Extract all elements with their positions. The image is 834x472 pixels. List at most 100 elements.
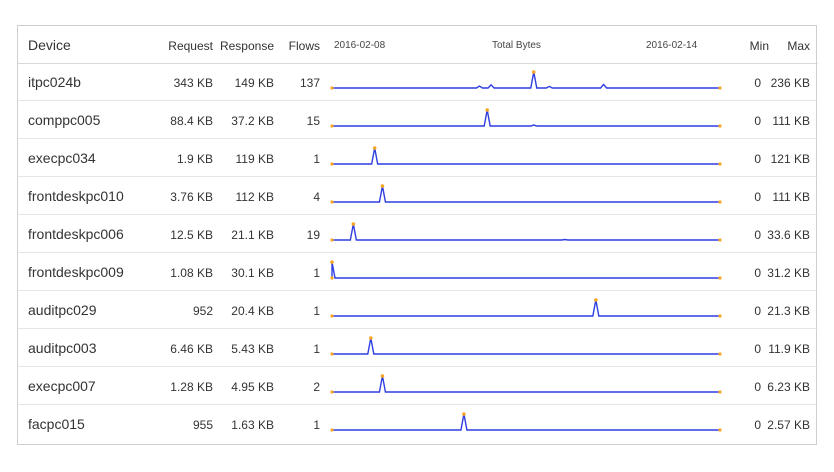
total-bytes-sparkline[interactable] xyxy=(326,178,726,215)
table-row[interactable]: comppc005 88.4 KB 37.2 KB 15 0 111 KB xyxy=(18,102,818,139)
sparkline-end-marker xyxy=(718,238,722,242)
table-row[interactable]: auditpc003 6.46 KB 5.43 KB 1 0 11.9 KB xyxy=(18,330,818,367)
device-name: auditpc029 xyxy=(28,302,97,318)
total-bytes-sparkline[interactable] xyxy=(326,406,726,443)
sparkline-series xyxy=(332,109,720,127)
total-bytes-sparkline[interactable] xyxy=(326,64,726,101)
table-row[interactable]: frontdeskpc009 1.08 KB 30.1 KB 1 0 31.2 KB xyxy=(18,254,818,291)
response-bytes: 149 KB xyxy=(234,76,274,90)
sparkline-peak-marker xyxy=(372,146,377,150)
table-row[interactable]: frontdeskpc010 3.76 KB 112 KB 4 0 111 KB xyxy=(18,178,818,215)
min-bytes: 0 xyxy=(754,380,761,394)
flow-count: 1 xyxy=(313,304,320,318)
sparkline-series xyxy=(332,413,720,431)
total-bytes-sparkline[interactable] xyxy=(326,368,726,405)
total-bytes-sparkline[interactable] xyxy=(326,140,726,177)
table-row[interactable]: execpc007 1.28 KB 4.95 KB 2 0 6.23 KB xyxy=(18,368,818,405)
response-bytes: 30.1 KB xyxy=(231,266,274,280)
response-bytes: 20.4 KB xyxy=(231,304,274,318)
max-bytes: 2.57 KB xyxy=(767,418,810,432)
flow-count: 1 xyxy=(313,418,320,432)
max-bytes: 111 KB xyxy=(772,190,810,204)
min-bytes: 0 xyxy=(754,152,761,166)
flow-count: 4 xyxy=(313,190,320,204)
sparkline-series xyxy=(331,261,720,279)
header-response[interactable]: Response xyxy=(220,39,274,53)
flow-count: 1 xyxy=(313,266,320,280)
table-row[interactable]: frontdeskpc006 12.5 KB 21.1 KB 19 0 33.6 KB xyxy=(18,216,818,253)
min-bytes: 0 xyxy=(754,266,761,280)
sparkline-end-marker xyxy=(718,86,722,90)
response-bytes: 112 KB xyxy=(235,190,274,204)
sparkline-peak-marker xyxy=(351,222,356,226)
response-bytes: 119 KB xyxy=(235,152,274,166)
device-name: frontdeskpc006 xyxy=(28,226,124,242)
device-name: frontdeskpc010 xyxy=(28,188,124,204)
device-name: execpc034 xyxy=(28,150,96,166)
table-row[interactable]: auditpc029 952 20.4 KB 1 0 21.3 KB xyxy=(18,292,818,329)
request-bytes: 1.08 KB xyxy=(170,266,213,280)
sparkline-start-marker xyxy=(330,200,334,204)
max-bytes: 21.3 KB xyxy=(767,304,810,318)
table-header: Device Request Response Flows 2016-02-08… xyxy=(18,26,818,64)
sparkline-start-marker xyxy=(330,390,334,394)
request-bytes: 343 KB xyxy=(173,76,213,90)
total-bytes-sparkline[interactable] xyxy=(326,102,726,139)
sparkline-end-marker xyxy=(718,162,722,166)
device-name: comppc005 xyxy=(28,112,101,128)
sparkline-peak-marker xyxy=(485,108,489,112)
sparkline-start-marker xyxy=(330,124,334,128)
total-bytes-sparkline[interactable] xyxy=(326,216,726,253)
min-bytes: 0 xyxy=(754,190,761,204)
response-bytes: 5.43 KB xyxy=(231,342,274,356)
response-bytes: 21.1 KB xyxy=(231,228,274,242)
flow-count: 137 xyxy=(299,76,320,90)
request-bytes: 6.46 KB xyxy=(170,342,213,356)
flow-count: 1 xyxy=(313,342,320,356)
request-bytes: 952 xyxy=(192,304,213,318)
min-bytes: 0 xyxy=(754,418,761,432)
total-bytes-sparkline[interactable] xyxy=(326,254,726,291)
header-device[interactable]: Device xyxy=(28,37,71,53)
flow-count: 19 xyxy=(306,228,320,242)
sparkline-end-marker xyxy=(718,390,722,394)
request-bytes: 12.5 KB xyxy=(170,228,213,242)
header-max[interactable]: Max xyxy=(787,39,810,53)
max-bytes: 111 KB xyxy=(772,114,810,128)
request-bytes: 1.28 KB xyxy=(170,380,213,394)
header-total-bytes[interactable]: Total Bytes xyxy=(492,40,541,51)
total-bytes-sparkline[interactable] xyxy=(326,292,726,329)
table-row[interactable]: itpc024b 343 KB 149 KB 137 0 236 KB xyxy=(18,64,818,101)
max-bytes: 11.9 KB xyxy=(768,342,810,356)
sparkline-start-marker xyxy=(330,86,334,90)
header-flows[interactable]: Flows xyxy=(289,39,320,53)
max-bytes: 6.23 KB xyxy=(767,380,810,394)
sparkline-series xyxy=(332,299,720,317)
flow-count: 1 xyxy=(313,152,320,166)
total-bytes-sparkline[interactable] xyxy=(326,330,726,367)
sparkline-start-marker xyxy=(330,352,334,356)
device-name: itpc024b xyxy=(28,74,81,90)
device-name: execpc007 xyxy=(28,378,96,394)
min-bytes: 0 xyxy=(754,228,761,242)
device-traffic-table: Device Request Response Flows 2016-02-08… xyxy=(17,25,818,445)
table-row[interactable]: execpc034 1.9 KB 119 KB 1 0 121 KB xyxy=(18,140,818,177)
sparkline-end-marker xyxy=(718,352,722,356)
min-bytes: 0 xyxy=(754,342,761,356)
sparkline-series xyxy=(332,71,720,89)
response-bytes: 37.2 KB xyxy=(231,114,274,128)
sparkline-start-marker xyxy=(330,314,334,318)
sparkline-end-marker xyxy=(718,276,722,280)
sparkline-peak-marker xyxy=(330,260,334,264)
header-request[interactable]: Request xyxy=(168,39,213,53)
header-min[interactable]: Min xyxy=(750,39,769,53)
max-bytes: 121 KB xyxy=(770,152,810,166)
sparkline-series xyxy=(332,337,720,355)
min-bytes: 0 xyxy=(754,76,761,90)
sparkline-series xyxy=(332,375,720,393)
sparkline-end-marker xyxy=(718,314,722,318)
sparkline-peak-marker xyxy=(369,336,373,340)
table-row[interactable]: facpc015 955 1.63 KB 1 0 2.57 KB xyxy=(18,406,818,443)
sparkline-start-marker xyxy=(330,238,334,242)
max-bytes: 236 KB xyxy=(770,76,810,90)
